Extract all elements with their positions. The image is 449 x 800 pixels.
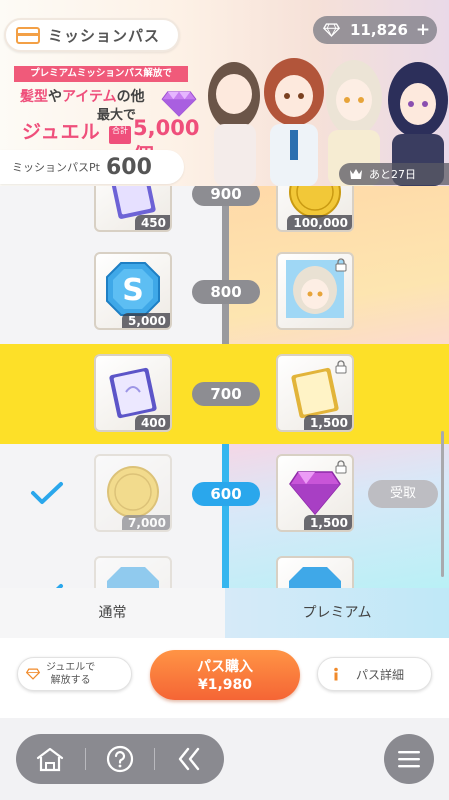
reward-row-600: 7,000 600 1,500 受取 [0,444,449,544]
mission-pass-points: ミッションパスPt 600 [0,150,184,184]
reward-item-normal[interactable]: 7,000 [94,454,172,532]
reward-item-premium[interactable] [276,252,354,330]
menu-button[interactable] [384,734,434,784]
s-ticket-icon [289,567,341,588]
lock-icon [335,360,347,374]
pass-tabs: 通常 プレミアム [0,588,449,638]
promo-headline: プレミアムミッションパス解放で [14,66,188,82]
promo-line-2: 最大で [97,108,137,123]
lock-icon [335,258,347,272]
home-button[interactable] [16,734,85,784]
buy-pass-button[interactable]: パス購入 ¥1,980 [150,650,300,700]
s-ticket-icon [107,567,159,588]
promo-ya: や [48,89,62,105]
home-icon [37,747,64,772]
help-icon [106,745,134,773]
days-left-text: あと27日 [369,168,416,181]
reward-item-premium[interactable]: 1,500 [276,354,354,432]
back-button[interactable] [155,734,224,784]
help-button[interactable] [86,734,155,784]
action-bar: ジュエルで 解放する パス購入 ¥1,980 パス詳細 [0,638,449,718]
jewel-unlock-label: ジュエルで 解放する [46,662,96,686]
reward-quantity: 7,000 [122,515,170,530]
coin-icon [107,466,159,518]
bottom-navigation [0,718,449,800]
pass-pt-label: ミッションパスPt [12,161,100,174]
reward-item-premium[interactable] [276,556,354,588]
reward-item-premium[interactable]: 100,000 [276,186,354,232]
reward-item-normal[interactable] [94,556,172,588]
back-icon [178,747,199,771]
svg-text:S: S [122,273,144,308]
pass-pt-value: 600 [105,154,152,180]
reward-item-normal[interactable]: 450 [94,186,172,232]
mission-pass-title-text: ミッションパス [48,26,161,45]
pass-detail-label: パス詳細 [356,667,405,682]
jewel-count: 11,826 [350,21,408,39]
menu-icon [398,751,420,768]
check-icon [31,482,63,504]
promo-other: の他 [116,89,145,105]
jewel-icon [323,23,340,37]
book-icon [109,367,157,419]
promo-jewel-label: ジュエル [22,121,101,143]
reward-quantity: 1,500 [304,415,352,430]
reward-item-normal[interactable]: S 5,000 [94,252,172,330]
claim-button[interactable]: 受取 [368,480,438,508]
reward-row-700: 400 700 1,500 [0,344,449,444]
reward-row-900: 450 900 100,000 [0,186,449,244]
reward-quantity: 5,000 [122,313,170,328]
reward-quantity: 400 [134,415,170,430]
reward-quantity: 450 [134,215,170,230]
buy-pass-label: パス購入 [197,659,253,675]
lock-icon [335,460,347,474]
level-badge-current: 600 [192,482,260,506]
crest-icon [350,169,362,179]
reward-row-800: S 5,000 800 [0,242,449,342]
mission-pass-title: ミッションパス [4,18,180,52]
s-ticket-icon: S [106,262,160,316]
reward-quantity: 100,000 [287,215,352,230]
jewel-icon [161,91,197,117]
level-badge: 800 [192,280,260,304]
level-badge: 700 [192,382,260,406]
reward-item-premium[interactable]: 1,500 [276,454,354,532]
level-badge: 900 [192,186,260,206]
promo-total-badge: 合計 [109,126,131,144]
card-icon [16,26,40,44]
reward-item-normal[interactable]: 400 [94,354,172,432]
reward-list[interactable]: 450 900 100,000 S 5,000 800 400 700 1,50… [0,186,449,588]
reward-quantity: 1,500 [304,515,352,530]
promo-line-1: 髪型やアイテムの他 [20,86,145,106]
tab-premium[interactable]: プレミアム [225,588,449,638]
jewel-unlock-button[interactable]: ジュエルで 解放する [17,657,132,691]
tab-normal[interactable]: 通常 [0,588,225,638]
reward-row-partial [0,546,449,588]
scrollbar[interactable] [441,431,444,577]
add-jewel-button[interactable]: + [416,20,430,40]
info-icon [334,667,338,681]
promo-hair: 髪型 [20,89,48,105]
jewel-icon [26,668,40,680]
buy-pass-price: ¥1,980 [197,677,253,693]
header: ミッションパス 11,826 + プレミアムミッションパス解放で 髪型やアイテム… [0,0,449,186]
pass-detail-button[interactable]: パス詳細 [317,657,432,691]
nav-pill [16,734,224,784]
promo-banner: プレミアムミッションパス解放で 髪型やアイテムの他 最大で ジュエル 合計 5,… [0,64,206,168]
days-left-badge: あと27日 [339,163,449,185]
promo-item: アイテム [62,89,117,105]
